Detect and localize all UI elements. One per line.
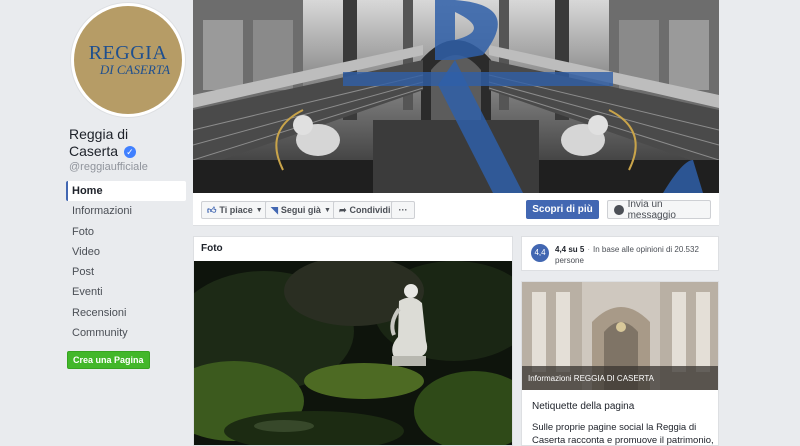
follow-button[interactable]: ◥ Segui già ▼ [265, 201, 337, 219]
verified-badge-icon: ✓ [123, 146, 136, 159]
rss-icon: ◥ [271, 204, 278, 215]
send-message-button[interactable]: Invia un messaggio [607, 198, 711, 221]
reggia-logo: REGGIA DI CASERTA [74, 6, 182, 114]
page-action-bar: 👍︎ Ti piace ▼ ◥ Segui già ▼ ➦ Condividi … [193, 193, 719, 226]
rating-text: 4,4 su 5 · In base alle opinioni di 20.532… [555, 245, 699, 265]
logo-text-line1: REGGIA [88, 42, 168, 64]
thumbs-up-icon: 👍︎ [207, 204, 217, 215]
nav-item-informazioni[interactable]: Informazioni [66, 201, 186, 221]
page-name-text[interactable]: Reggia di Caserta [69, 126, 128, 159]
cover-staircase-image [193, 0, 719, 193]
rating-summary: 4,4 su 5 [555, 245, 585, 254]
share-label: Condividi [349, 205, 391, 215]
profile-picture[interactable]: REGGIA DI CASERTA [70, 2, 186, 118]
discover-more-button[interactable]: Scopri di più [526, 200, 599, 219]
chevron-down-icon: ▼ [255, 206, 263, 214]
like-button[interactable]: 👍︎ Ti piace ▼ [201, 201, 269, 219]
nav-item-foto[interactable]: Foto [66, 222, 186, 242]
nav-item-recensioni[interactable]: Recensioni [66, 303, 186, 323]
send-message-label: Invia un messaggio [627, 198, 676, 221]
share-button[interactable]: ➦ Condividi [333, 201, 397, 219]
rating-card[interactable]: 4,4 4,4 su 5 · In base alle opinioni di 20… [521, 236, 719, 271]
page-title[interactable]: Reggia di Caserta ✓ [69, 126, 179, 160]
info-image-caption: Informazioni REGGIA DI CASERTA [528, 374, 654, 383]
photos-card: Foto [193, 236, 513, 446]
nav-item-post[interactable]: Post [66, 262, 186, 282]
nav-item-video[interactable]: Video [66, 242, 186, 262]
page-nav: Home Informazioni Foto Video Post Eventi… [66, 181, 186, 343]
like-label: Ti piace [219, 205, 253, 215]
share-arrow-icon: ➦ [339, 204, 347, 215]
photos-card-title[interactable]: Foto [201, 243, 223, 254]
follow-label: Segui già [280, 205, 321, 215]
nav-item-home[interactable]: Home [66, 181, 186, 202]
info-card-body: Sulle proprie pagine social la Reggia di… [532, 422, 714, 446]
nav-item-eventi[interactable]: Eventi [66, 282, 186, 302]
messenger-icon [614, 204, 624, 215]
left-column: REGGIA DI CASERTA Reggia di Caserta ✓ @r… [64, 0, 189, 446]
chevron-down-icon: ▼ [323, 206, 331, 214]
nav-item-community[interactable]: Community [66, 323, 186, 343]
cover-photo[interactable] [193, 0, 719, 193]
info-card-title[interactable]: Netiquette della pagina [532, 401, 634, 412]
rating-badge: 4,4 [531, 244, 549, 262]
info-card: Informazioni REGGIA DI CASERTA Netiquett… [521, 281, 719, 446]
garden-statue-photo[interactable] [194, 261, 513, 446]
logo-text-line2: DI CASERTA [99, 62, 171, 77]
page-handle[interactable]: @reggiaufficiale [69, 161, 148, 173]
create-page-button[interactable]: Crea una Pagina [67, 351, 150, 369]
more-options-button[interactable]: ··· [391, 201, 415, 219]
